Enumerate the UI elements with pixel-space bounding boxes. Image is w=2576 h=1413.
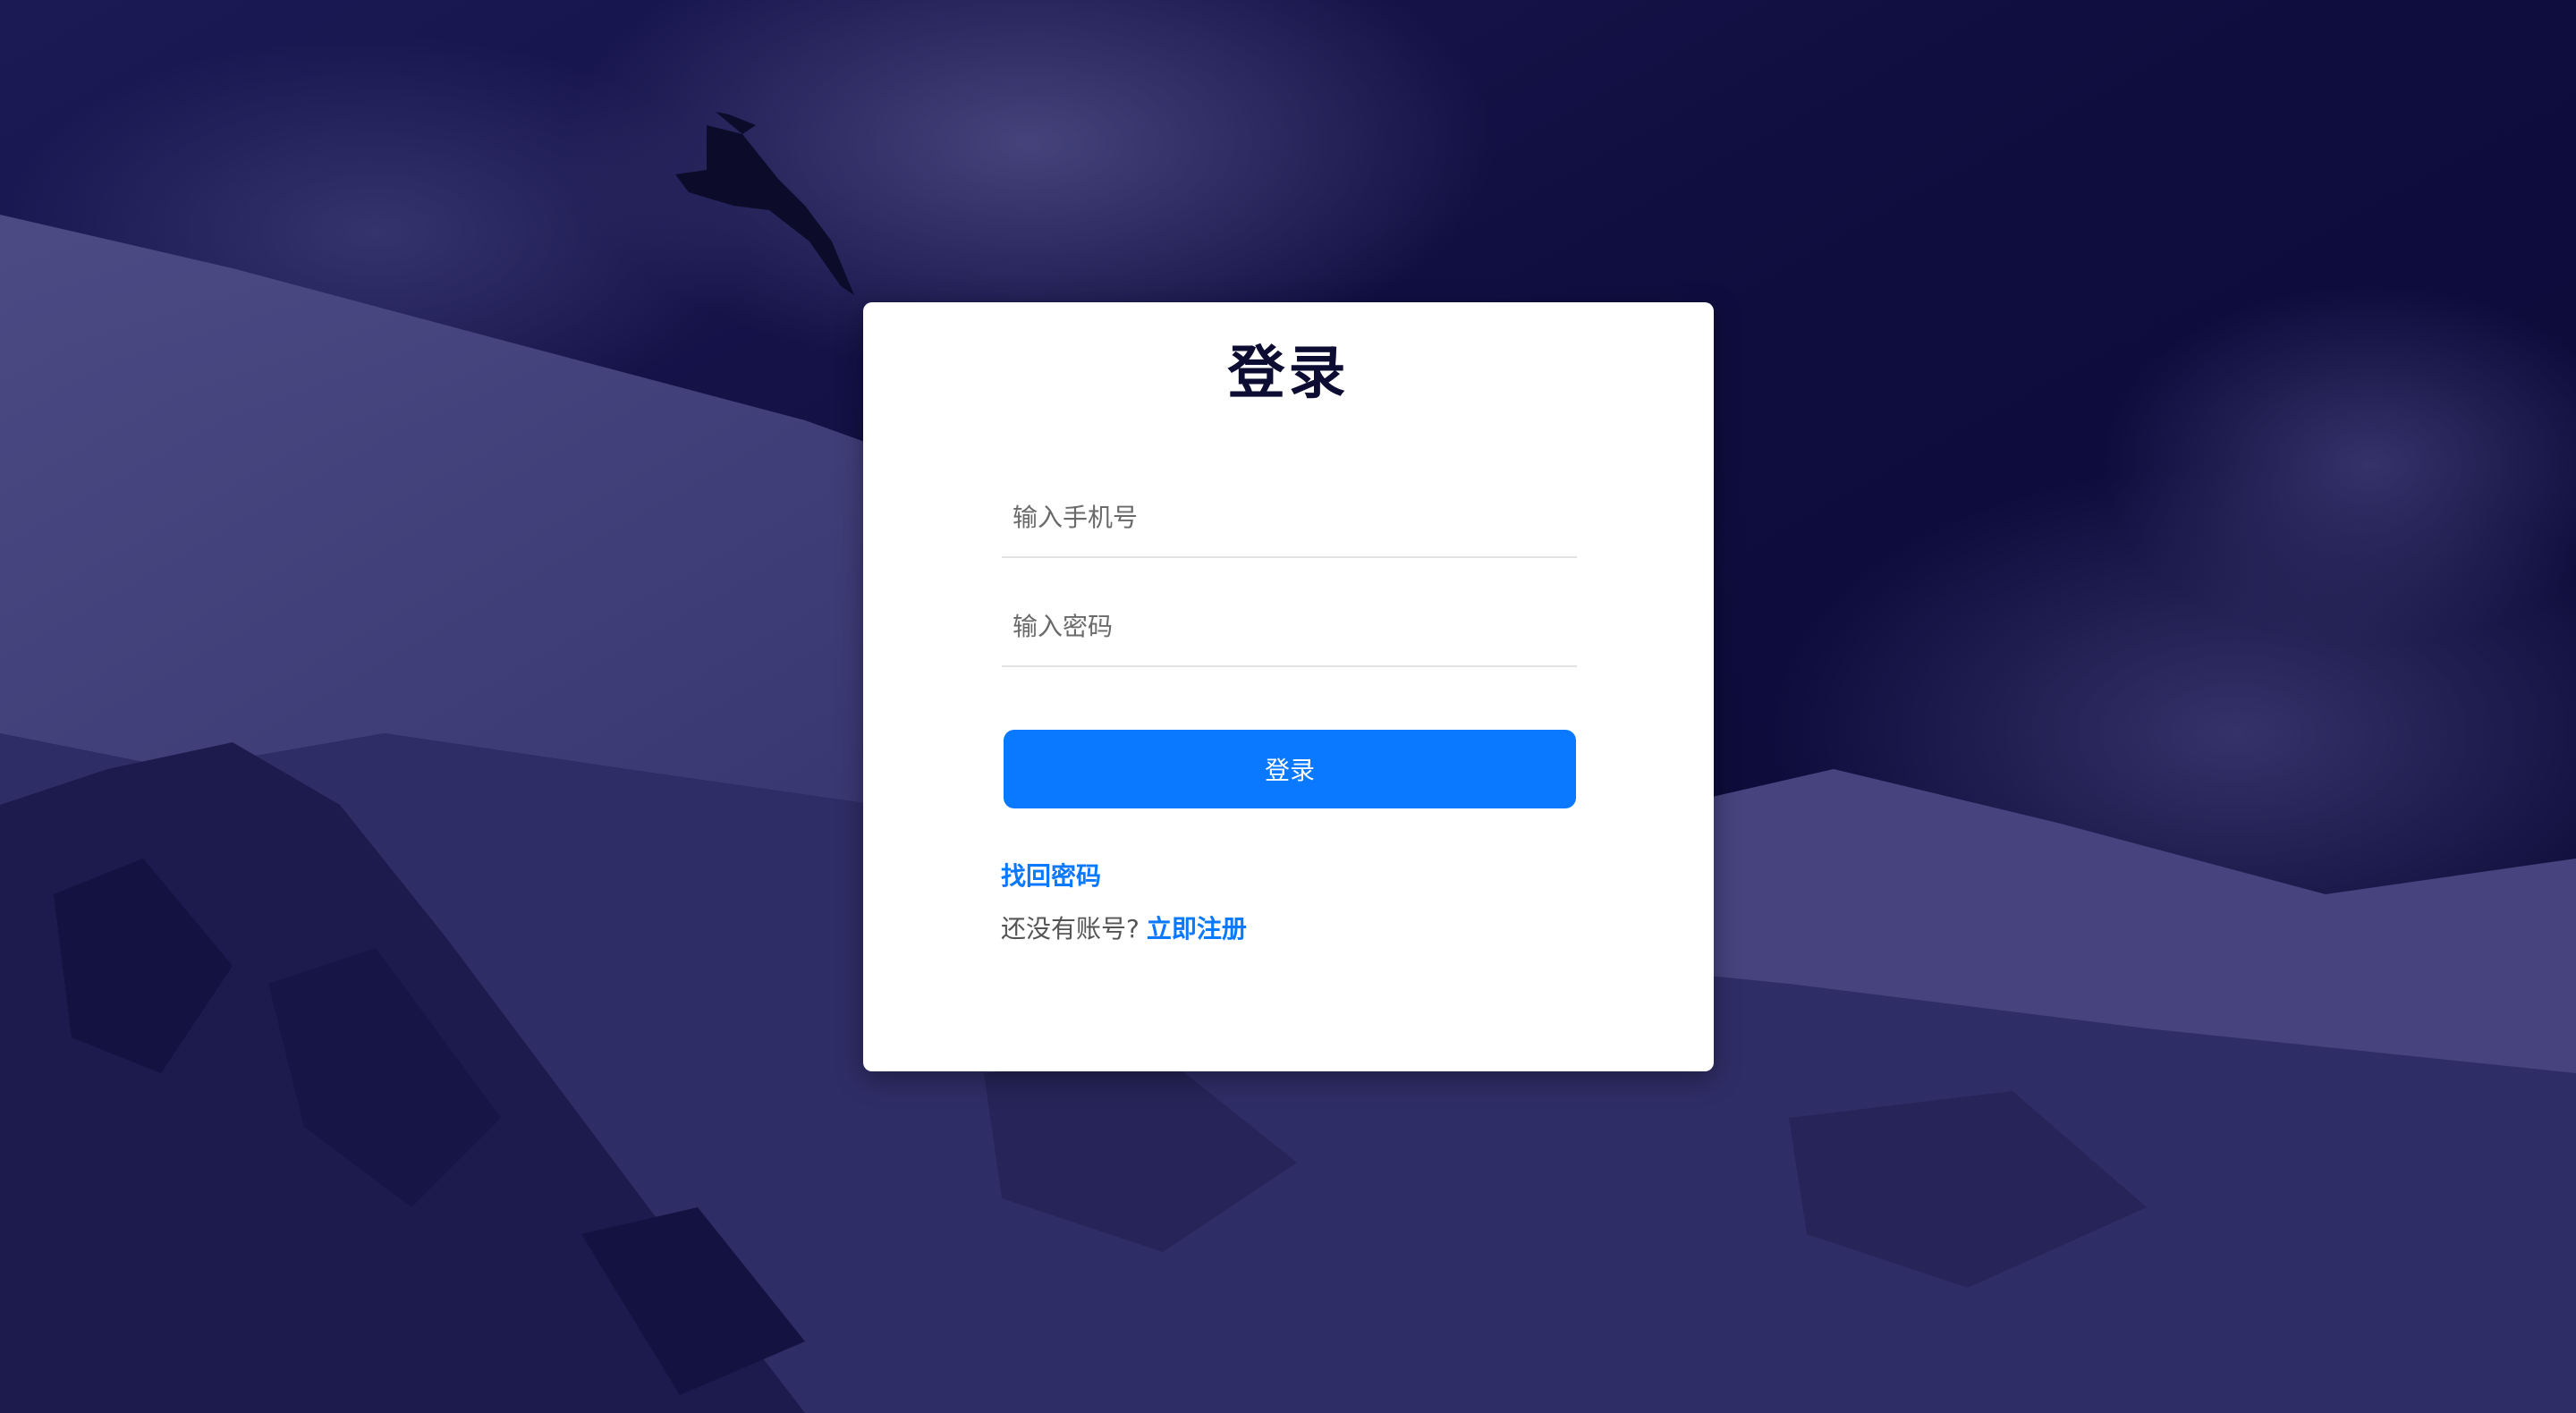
phone-number-input[interactable] <box>1002 478 1577 558</box>
login-button[interactable]: 登录 <box>1004 730 1576 808</box>
login-title: 登录 <box>1227 341 1350 407</box>
signup-link[interactable]: 立即注册 <box>1147 914 1247 943</box>
password-input[interactable] <box>1002 587 1577 667</box>
forgot-password-link[interactable]: 找回密码 <box>1001 861 1101 892</box>
login-page: 登录 登录 找回密码 还没有账号?立即注册 <box>0 0 2576 1413</box>
login-card: 登录 登录 找回密码 还没有账号?立即注册 <box>863 302 1714 1071</box>
signup-prompt-row: 还没有账号? 立即注册 <box>1001 914 1247 944</box>
signup-prompt-text: 还没有账号? <box>1001 914 1140 943</box>
